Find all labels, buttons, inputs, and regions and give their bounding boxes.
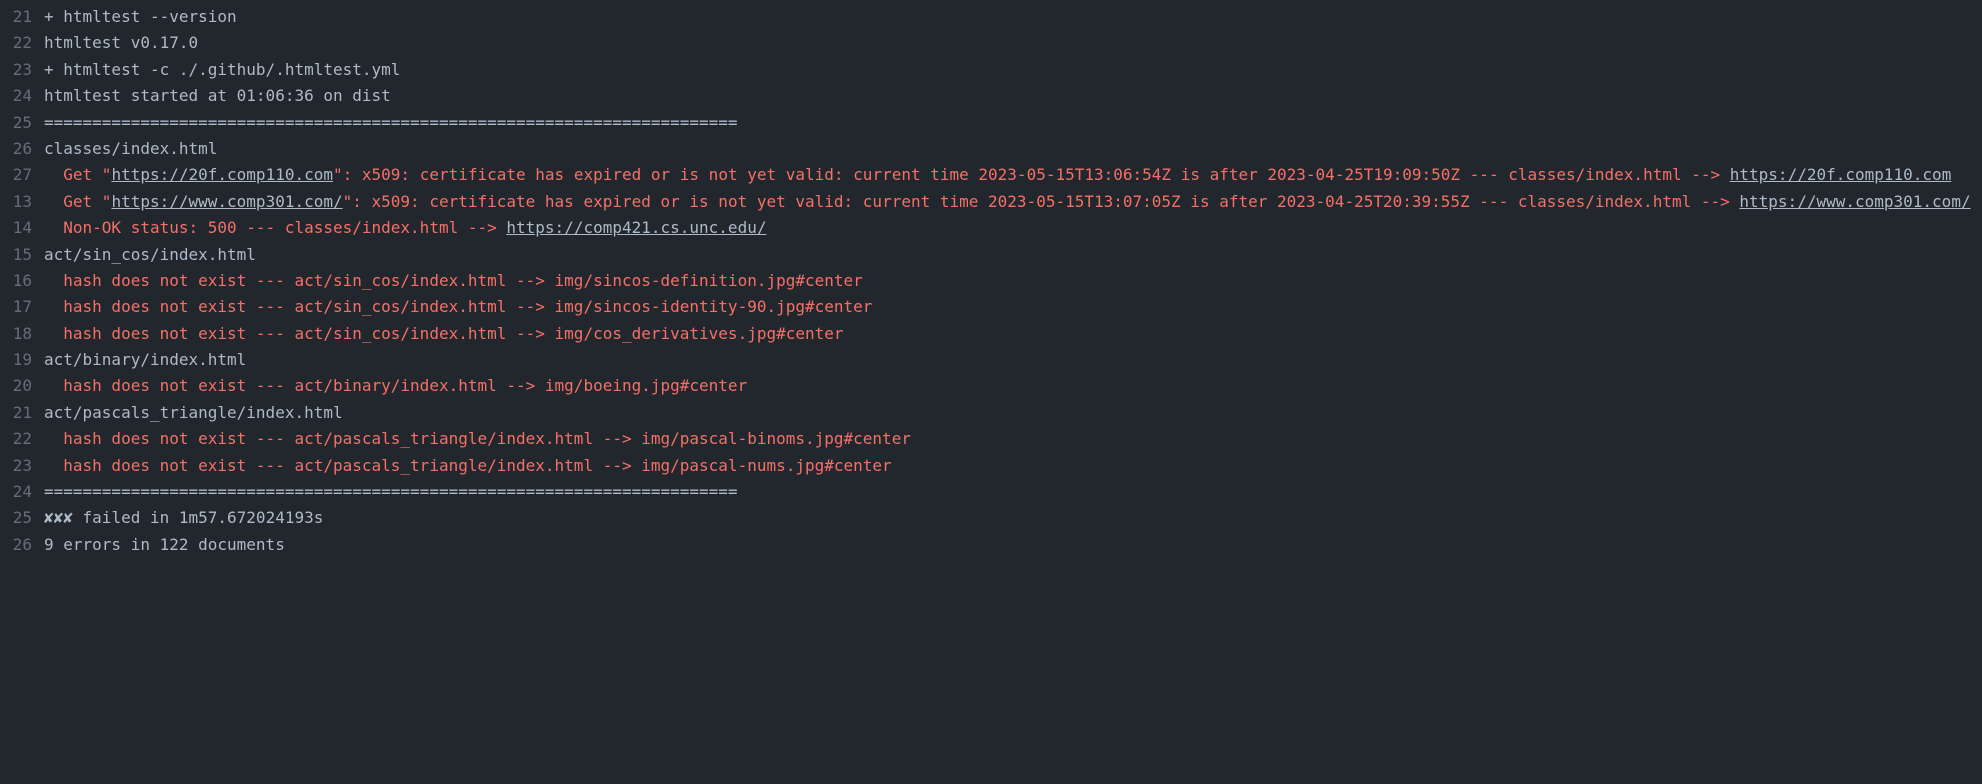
log-line[interactable]: 16 hash does not exist --- act/sin_cos/i… [0, 268, 1982, 294]
line-content: hash does not exist --- act/binary/index… [44, 373, 1982, 399]
log-line[interactable]: 22 hash does not exist --- act/pascals_t… [0, 426, 1982, 452]
line-content: 9 errors in 122 documents [44, 532, 1982, 558]
line-content: Get "https://20f.comp110.com": x509: cer… [44, 162, 1982, 188]
line-number: 13 [0, 189, 44, 215]
log-text: hash does not exist --- act/sin_cos/inde… [44, 297, 872, 316]
log-output[interactable]: 21+ htmltest --version22htmltest v0.17.0… [0, 4, 1982, 558]
log-line[interactable]: 26classes/index.html [0, 136, 1982, 162]
line-number: 25 [0, 110, 44, 136]
line-content: Non-OK status: 500 --- classes/index.htm… [44, 215, 1982, 241]
line-number: 16 [0, 268, 44, 294]
log-line[interactable]: 23+ htmltest -c ./.github/.htmltest.yml [0, 57, 1982, 83]
line-number: 25 [0, 505, 44, 531]
line-content: ✘✘✘ failed in 1m57.672024193s [44, 505, 1982, 531]
line-content: Get "https://www.comp301.com/": x509: ce… [44, 189, 1982, 215]
log-text: hash does not exist --- act/sin_cos/inde… [44, 324, 844, 343]
log-text: hash does not exist --- act/sin_cos/inde… [44, 271, 863, 290]
line-number: 24 [0, 83, 44, 109]
log-text: ": x509: certificate has expired or is n… [343, 192, 1740, 211]
line-number: 21 [0, 4, 44, 30]
log-text: ✘✘✘ [44, 508, 73, 527]
line-number: 22 [0, 426, 44, 452]
line-content: hash does not exist --- act/pascals_tria… [44, 426, 1982, 452]
line-number: 22 [0, 30, 44, 56]
line-number: 17 [0, 294, 44, 320]
line-number: 26 [0, 136, 44, 162]
log-text: hash does not exist --- act/pascals_tria… [44, 456, 892, 475]
log-line[interactable]: 15act/sin_cos/index.html [0, 242, 1982, 268]
log-text: failed in 1m57.672024193s [73, 508, 323, 527]
log-line[interactable]: 24======================================… [0, 479, 1982, 505]
line-number: 21 [0, 400, 44, 426]
log-text: Get " [44, 165, 111, 184]
log-line[interactable]: 21act/pascals_triangle/index.html [0, 400, 1982, 426]
log-link[interactable]: https://comp421.cs.unc.edu/ [506, 218, 766, 237]
line-content: htmltest v0.17.0 [44, 30, 1982, 56]
line-number: 15 [0, 242, 44, 268]
line-content: + htmltest -c ./.github/.htmltest.yml [44, 57, 1982, 83]
line-content: hash does not exist --- act/sin_cos/inde… [44, 321, 1982, 347]
log-text: Non-OK status: 500 --- classes/index.htm… [44, 218, 506, 237]
line-content: ========================================… [44, 110, 1982, 136]
line-content: classes/index.html [44, 136, 1982, 162]
log-link[interactable]: https://20f.comp110.com [111, 165, 333, 184]
line-number: 24 [0, 479, 44, 505]
line-content: htmltest started at 01:06:36 on dist [44, 83, 1982, 109]
log-line[interactable]: 23 hash does not exist --- act/pascals_t… [0, 453, 1982, 479]
log-line[interactable]: 18 hash does not exist --- act/sin_cos/i… [0, 321, 1982, 347]
log-line[interactable]: 24htmltest started at 01:06:36 on dist [0, 83, 1982, 109]
line-number: 23 [0, 453, 44, 479]
log-line[interactable]: 22htmltest v0.17.0 [0, 30, 1982, 56]
line-content: act/binary/index.html [44, 347, 1982, 373]
log-line[interactable]: 25======================================… [0, 110, 1982, 136]
line-number: 18 [0, 321, 44, 347]
line-number: 19 [0, 347, 44, 373]
line-content: act/sin_cos/index.html [44, 242, 1982, 268]
line-content: ========================================… [44, 479, 1982, 505]
line-number: 20 [0, 373, 44, 399]
line-number: 27 [0, 162, 44, 188]
log-line[interactable]: 269 errors in 122 documents [0, 532, 1982, 558]
log-link[interactable]: https://www.comp301.com/ [1739, 192, 1970, 211]
line-content: + htmltest --version [44, 4, 1982, 30]
line-content: hash does not exist --- act/sin_cos/inde… [44, 294, 1982, 320]
log-text: Get " [44, 192, 111, 211]
log-link[interactable]: https://20f.comp110.com [1730, 165, 1952, 184]
line-content: hash does not exist --- act/pascals_tria… [44, 453, 1982, 479]
line-number: 14 [0, 215, 44, 241]
log-line[interactable]: 27 Get "https://20f.comp110.com": x509: … [0, 162, 1982, 188]
log-line[interactable]: 21+ htmltest --version [0, 4, 1982, 30]
line-number: 26 [0, 532, 44, 558]
log-text: hash does not exist --- act/pascals_tria… [44, 429, 911, 448]
log-line[interactable]: 14 Non-OK status: 500 --- classes/index.… [0, 215, 1982, 241]
log-line[interactable]: 20 hash does not exist --- act/binary/in… [0, 373, 1982, 399]
line-number: 23 [0, 57, 44, 83]
log-line[interactable]: 25✘✘✘ failed in 1m57.672024193s [0, 505, 1982, 531]
log-text: ": x509: certificate has expired or is n… [333, 165, 1730, 184]
log-text: hash does not exist --- act/binary/index… [44, 376, 747, 395]
line-content: act/pascals_triangle/index.html [44, 400, 1982, 426]
log-line[interactable]: 17 hash does not exist --- act/sin_cos/i… [0, 294, 1982, 320]
log-line[interactable]: 13 Get "https://www.comp301.com/": x509:… [0, 189, 1982, 215]
line-content: hash does not exist --- act/sin_cos/inde… [44, 268, 1982, 294]
log-line[interactable]: 19act/binary/index.html [0, 347, 1982, 373]
log-link[interactable]: https://www.comp301.com/ [111, 192, 342, 211]
